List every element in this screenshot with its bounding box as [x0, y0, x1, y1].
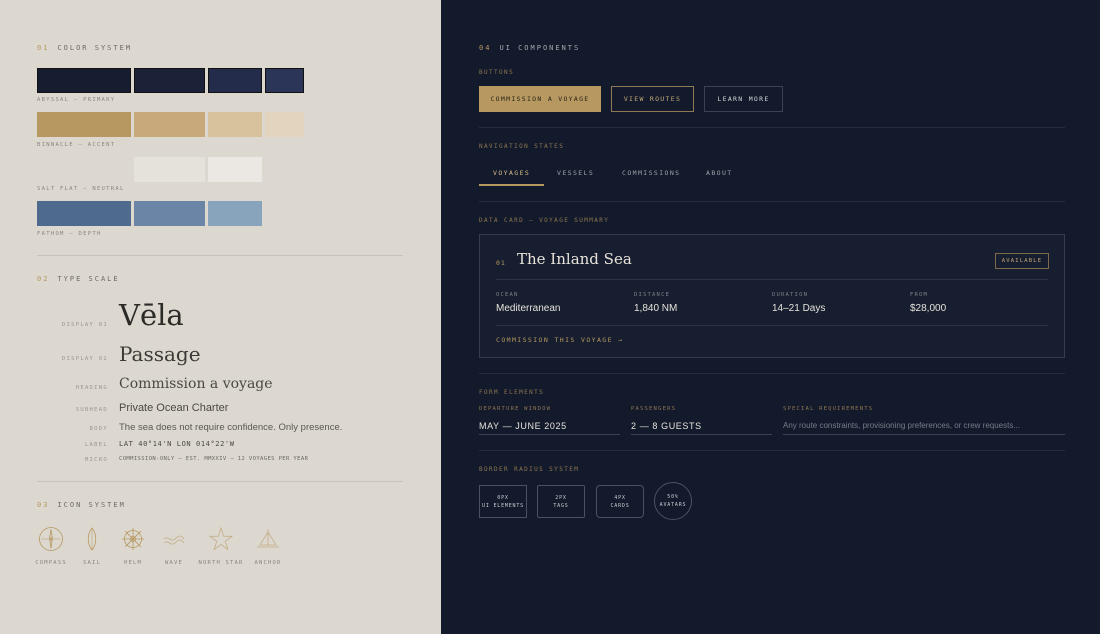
- stat-label-duration: DURATION: [772, 292, 809, 298]
- swatch-row-salt-flat: [37, 157, 337, 182]
- passengers-input[interactable]: [631, 417, 772, 435]
- icon-label-north-star: NORTH STAR: [198, 560, 244, 566]
- swatch: [208, 157, 262, 182]
- stat-label-ocean: OCEAN: [496, 292, 519, 298]
- swatch: [37, 112, 131, 137]
- sail-icon: [79, 526, 105, 552]
- radius-sample-tags: 2px TAGS: [537, 485, 585, 518]
- swatch: [208, 112, 262, 137]
- swatch: [208, 68, 262, 93]
- type-sample-display-01: Vēla: [119, 298, 184, 332]
- radius-sample-avatars: 50% AVATARS: [654, 482, 692, 520]
- section-divider: [479, 450, 1065, 451]
- helm-icon: [120, 526, 146, 552]
- stat-value-duration: 14–21 Days: [772, 303, 826, 314]
- stat-value-distance: 1,840 NM: [634, 303, 678, 314]
- swatch: [265, 112, 304, 137]
- stat-value-from: $28,000: [910, 303, 947, 314]
- swatch: [134, 157, 205, 182]
- section-divider: [37, 481, 403, 482]
- swatch: [134, 68, 205, 93]
- compass-icon: [38, 526, 64, 552]
- wave-icon: [161, 526, 187, 552]
- design-system-right-panel: 04 UI COMPONENTS BUTTONS COMMISSION A VOY…: [441, 0, 1100, 634]
- card-number: 01: [496, 259, 506, 267]
- commission-voyage-button[interactable]: COMMISSION A VOYAGE: [479, 86, 601, 112]
- icon-label-anchor: ANCHOR: [254, 560, 282, 566]
- icon-label-compass: COMPASS: [35, 560, 67, 566]
- type-sample-body: The sea does not require confidence. Onl…: [119, 422, 343, 433]
- radius-sample-ui-elements: 0px UI ELEMENTS: [479, 485, 527, 518]
- border-radius-heading: BORDER RADIUS SYSTEM: [479, 466, 580, 473]
- view-routes-button[interactable]: VIEW ROUTES: [611, 86, 694, 112]
- type-sample-heading: Commission a voyage: [119, 376, 273, 392]
- stat-label-from: FROM: [910, 292, 929, 298]
- swatch-label-fathom: FATHOM — DEPTH: [37, 231, 102, 237]
- type-sample-micro: COMMISSION-ONLY — EST. MMXXIV — 12 VOYAG…: [119, 456, 309, 462]
- section-divider: [479, 201, 1065, 202]
- swatch: [134, 201, 205, 226]
- navigation-heading: NAVIGATION STATES: [479, 143, 565, 150]
- section-divider: [479, 127, 1065, 128]
- card-divider: [496, 279, 1048, 280]
- swatch: [208, 201, 262, 226]
- swatch: [134, 112, 205, 137]
- nav-tab-vessels[interactable]: VESSELS: [557, 169, 594, 177]
- icon-label-helm: HELM: [123, 560, 143, 566]
- type-label-micro: MICRO: [84, 457, 108, 463]
- icon-label-sail: SAIL: [82, 560, 102, 566]
- availability-badge: AVAILABLE: [995, 253, 1049, 269]
- nav-active-indicator: [479, 184, 544, 186]
- swatch-row-binnacle: [37, 112, 337, 137]
- special-requirements-input[interactable]: [783, 417, 1065, 435]
- voyage-summary-card: 01 The Inland Sea AVAILABLE OCEAN Medite…: [479, 234, 1065, 358]
- stat-value-ocean: Mediterranean: [496, 303, 561, 314]
- icon-label-wave: WAVE: [164, 560, 184, 566]
- departure-window-label: DEPARTURE WINDOW: [479, 406, 552, 412]
- swatch: [37, 68, 131, 93]
- ui-components-heading: 04 UI COMPONENTS: [479, 44, 581, 52]
- type-label-body: BODY: [89, 426, 108, 432]
- icon-system-heading: 03 ICON SYSTEM: [37, 501, 126, 509]
- section-divider: [37, 255, 403, 256]
- type-scale-heading: 02 TYPE SCALE: [37, 275, 120, 283]
- swatch-label-binnacle: BINNACLE — ACCENT: [37, 142, 116, 148]
- stat-label-distance: DISTANCE: [634, 292, 671, 298]
- buttons-heading: BUTTONS: [479, 69, 515, 76]
- swatch: [265, 68, 304, 93]
- type-sample-label: LAT 40°14'N LON 014°22'W: [119, 440, 235, 448]
- swatch: [37, 201, 131, 226]
- anchor-icon: [255, 526, 281, 552]
- north-star-icon: [208, 526, 234, 552]
- nav-tab-about[interactable]: ABOUT: [706, 169, 733, 177]
- departure-window-input[interactable]: [479, 417, 620, 435]
- form-heading: FORM ELEMENTS: [479, 389, 545, 396]
- color-system-heading: 01 COLOR SYSTEM: [37, 44, 133, 52]
- swatch-row-abyssal: [37, 68, 337, 93]
- section-divider: [479, 373, 1065, 374]
- card-title: The Inland Sea: [517, 250, 632, 268]
- type-label-label: LABEL: [84, 442, 108, 448]
- type-sample-display-02: Passage: [119, 342, 201, 366]
- data-card-heading: DATA CARD — VOYAGE SUMMARY: [479, 217, 610, 224]
- type-label-heading: HEADING: [75, 385, 108, 391]
- swatch-row-fathom: [37, 201, 337, 226]
- design-system-left-panel: 01 COLOR SYSTEM ABYSSAL — PRIMARY BINNACL…: [0, 0, 441, 634]
- card-divider: [496, 325, 1048, 326]
- nav-tab-commissions[interactable]: COMMISSIONS: [622, 169, 680, 177]
- special-requirements-label: SPECIAL REQUIREMENTS: [783, 406, 874, 412]
- type-label-display-02: DISPLAY 02: [61, 356, 108, 362]
- radius-sample-cards: 4px CARDS: [596, 485, 644, 518]
- type-label-display-01: DISPLAY 01: [61, 322, 108, 328]
- type-sample-subhead: Private Ocean Charter: [119, 402, 229, 414]
- swatch-label-salt-flat: SALT FLAT — NEUTRAL: [37, 186, 125, 192]
- type-label-subhead: SUBHEAD: [75, 407, 108, 413]
- nav-tab-voyages[interactable]: VOYAGES: [493, 169, 530, 177]
- learn-more-button[interactable]: LEARN MORE: [704, 86, 783, 112]
- passengers-label: PASSENGERS: [631, 406, 677, 412]
- commission-this-voyage-link[interactable]: COMMISSION THIS VOYAGE →: [496, 336, 624, 344]
- swatch-label-abyssal: ABYSSAL — PRIMARY: [37, 97, 116, 103]
